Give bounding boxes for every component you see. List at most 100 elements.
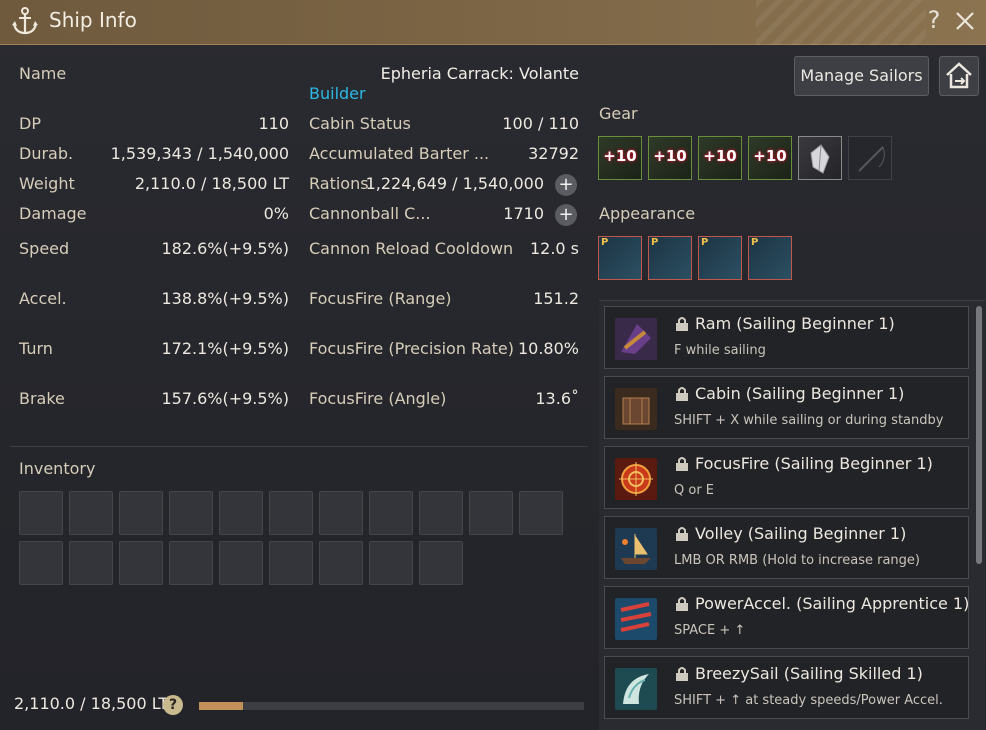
help-button[interactable]: ? [922,6,946,36]
gear-slot-2[interactable]: +10 [648,136,692,180]
inventory-slot[interactable] [269,541,313,585]
inventory-slot[interactable] [169,541,213,585]
breezysail-icon [615,668,657,710]
add-cannonball-button[interactable]: + [555,204,577,226]
gear-slot-1[interactable]: +10 [598,136,642,180]
inventory-slot[interactable] [69,491,113,535]
inventory-slot[interactable] [419,541,463,585]
title-bar-decoration [756,0,926,45]
skill-name: FocusFire (Sailing Beginner 1) [695,454,933,473]
inventory-slot[interactable] [219,491,263,535]
inventory-slot[interactable] [19,491,63,535]
weight-bar-fill [199,702,243,710]
skill-keybind: F while sailing [674,343,766,358]
ram-icon [615,318,657,360]
window-title: Ship Info [49,8,137,32]
stat-value-barter: 32792 [528,144,579,163]
stat-value-focusfire-precision: 10.80% [517,339,579,358]
ship-name: Epheria Carrack: Volante [380,64,579,83]
anchor-icon [12,7,38,35]
gear-slot-6[interactable] [848,136,892,180]
appearance-slot-3[interactable]: P [698,236,742,280]
inventory-slot[interactable] [169,491,213,535]
stat-label-focusfire-range: FocusFire (Range) [309,289,452,308]
inventory-slot[interactable] [319,491,363,535]
inventory-title: Inventory [19,459,96,478]
inventory-slot[interactable] [369,491,413,535]
appearance-slot-4[interactable]: P [748,236,792,280]
inventory-slot[interactable] [219,541,263,585]
skill-name: Volley (Sailing Beginner 1) [695,524,907,543]
gear-enhance-level: +10 [753,147,787,165]
skill-volley[interactable]: Volley (Sailing Beginner 1) LMB OR RMB (… [604,516,969,579]
gear-enhance-level: +10 [653,147,687,165]
stat-label-accel: Accel. [19,289,67,308]
inventory-slot[interactable] [319,541,363,585]
stat-value-accel: 138.8%(+9.5%) [161,289,289,308]
stat-label-focusfire-angle: FocusFire (Angle) [309,389,447,408]
skill-poweraccel[interactable]: PowerAccel. (Sailing Apprentice 1) SPACE… [604,586,969,649]
inventory-slot[interactable] [469,491,513,535]
inventory-slot[interactable] [119,491,163,535]
skill-keybind: Q or E [674,483,715,498]
stat-value-cannon-reload: 12.0 s [529,239,579,258]
premium-badge: P [601,237,609,248]
inventory-slot[interactable] [119,541,163,585]
lock-icon [676,667,688,681]
skill-keybind: SPACE + ↑ [674,623,746,638]
add-rations-button[interactable]: + [555,174,577,196]
stat-label-cannon-reload: Cannon Reload Cooldown [309,239,514,258]
stat-label-weight: Weight [19,174,75,193]
skill-cabin[interactable]: Cabin (Sailing Beginner 1) SHIFT + X whi… [604,376,969,439]
stat-label-durability: Durab. [19,144,74,163]
close-icon[interactable] [952,6,978,36]
lock-icon [676,317,688,331]
stat-value-cabin-status: 100 / 110 [502,114,579,133]
title-bar[interactable]: Ship Info ? [0,0,986,45]
volley-icon [615,528,657,570]
home-button[interactable] [939,56,979,96]
stat-value-brake: 157.6%(+9.5%) [161,389,289,408]
inventory-weight: 2,110.0 / 18,500 LT [14,694,169,713]
premium-badge: P [651,237,659,248]
skill-focusfire[interactable]: FocusFire (Sailing Beginner 1) Q or E [604,446,969,509]
stat-value-dp: 110 [258,114,289,133]
inventory-slot[interactable] [519,491,563,535]
inventory-slot[interactable] [19,541,63,585]
inventory-slot[interactable] [69,541,113,585]
stat-value-durability: 1,539,343 / 1,540,000 [110,144,289,163]
stat-value-cannonball: 1710 [503,204,544,223]
inventory-slot[interactable] [419,491,463,535]
appearance-slot-1[interactable]: P [598,236,642,280]
skills-scrollbar[interactable] [976,306,982,564]
skill-name: Cabin (Sailing Beginner 1) [695,384,905,403]
stat-label-dp: DP [19,114,41,133]
lock-icon [676,527,688,541]
skill-breezysail[interactable]: BreezySail (Sailing Skilled 1) SHIFT + ↑… [604,656,969,719]
appearance-slot-2[interactable]: P [648,236,692,280]
gear-slot-5[interactable] [798,136,842,180]
weight-bar [199,702,584,710]
stat-value-weight: 2,110.0 / 18,500 LT [134,174,289,193]
stat-label-cabin-status: Cabin Status [309,114,411,133]
skill-ram[interactable]: Ram (Sailing Beginner 1) F while sailing [604,306,969,369]
manage-sailors-button[interactable]: Manage Sailors [794,56,929,96]
cabin-icon [615,388,657,430]
gear-slot-3[interactable]: +10 [698,136,742,180]
premium-badge: P [751,237,759,248]
skill-keybind: LMB OR RMB (Hold to increase range) [674,553,920,568]
gear-slot-4[interactable]: +10 [748,136,792,180]
name-label: Name [19,64,67,83]
skill-name: Ram (Sailing Beginner 1) [695,314,895,333]
section-divider [10,446,588,447]
crystal-icon [810,144,830,174]
appearance-title: Appearance [599,204,696,223]
inventory-slot[interactable] [269,491,313,535]
weight-help-icon[interactable]: ? [163,695,183,715]
inventory-slot[interactable] [369,541,413,585]
stat-value-speed: 182.6%(+9.5%) [161,239,289,258]
stat-value-turn: 172.1%(+9.5%) [161,339,289,358]
builder-link[interactable]: Builder [309,84,366,103]
lock-icon [676,387,688,401]
stat-value-focusfire-range: 151.2 [533,289,579,308]
